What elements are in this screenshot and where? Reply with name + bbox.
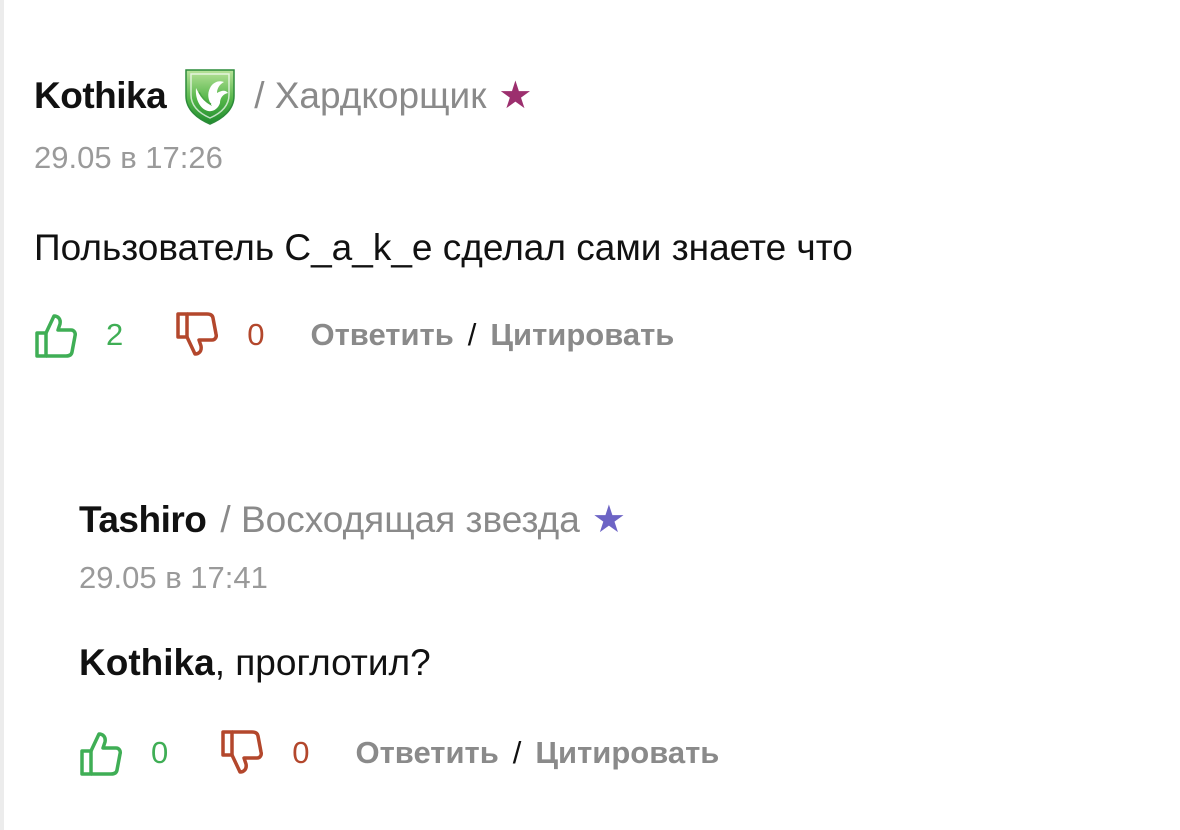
action-separator: / (467, 317, 477, 352)
comment-date: 29.05 в 17:26 (34, 140, 223, 175)
comment: Kothika / Хардкорщик ★ 29.05 в 17:26 Пол… (34, 66, 1134, 360)
author-name[interactable]: Tashiro (79, 499, 207, 541)
like-button[interactable]: 0 (79, 729, 168, 777)
comment-body: Пользователь C_a_k_e сделал сами знаете … (34, 227, 853, 268)
comment-text: Пользователь C_a_k_e сделал сами знаете … (34, 223, 1134, 273)
reply-comment: Tashiro / Восходящая звезда ★ 29.05 в 17… (79, 490, 1129, 778)
thumbs-up-icon (80, 732, 122, 776)
like-count: 2 (106, 317, 124, 352)
dislike-button[interactable]: 0 (175, 311, 265, 359)
dislike-button[interactable]: 0 (220, 729, 310, 777)
action-separator: / (512, 735, 522, 770)
dislike-count: 0 (292, 735, 310, 770)
reply-link[interactable]: Ответить (356, 735, 499, 771)
author-name[interactable]: Kothika (34, 75, 167, 117)
quote-link[interactable]: Цитировать (535, 735, 719, 771)
comment-header: Kothika / Хардкорщик ★ (34, 66, 1134, 126)
comment-date: 29.05 в 17:41 (79, 560, 268, 595)
star-icon: ★ (591, 499, 626, 541)
thumbs-down-icon (176, 312, 219, 356)
thumbs-down-icon (221, 730, 264, 774)
comment-header: Tashiro / Восходящая звезда ★ (79, 490, 1129, 550)
user-rank: / Хардкорщик (254, 75, 487, 116)
dislike-count: 0 (247, 317, 265, 352)
thumbs-up-icon (35, 314, 77, 358)
comment-body: , проглотил? (214, 642, 431, 683)
user-rank: / Восходящая звезда (220, 499, 580, 540)
user-mention[interactable]: Kothika (79, 642, 215, 683)
comment-actions: 0 0 Ответить / Цитировать (79, 728, 1129, 778)
like-button[interactable]: 2 (34, 311, 123, 359)
quote-link[interactable]: Цитировать (490, 317, 674, 353)
like-count: 0 (151, 735, 169, 770)
comment-text: Kothika, проглотил? (79, 638, 1129, 688)
star-icon: ★ (498, 75, 533, 117)
reply-link[interactable]: Ответить (311, 317, 454, 353)
comment-actions: 2 0 Ответить / Цитировать (34, 310, 1134, 360)
left-border (0, 0, 4, 830)
shield-badge-icon (180, 66, 240, 126)
